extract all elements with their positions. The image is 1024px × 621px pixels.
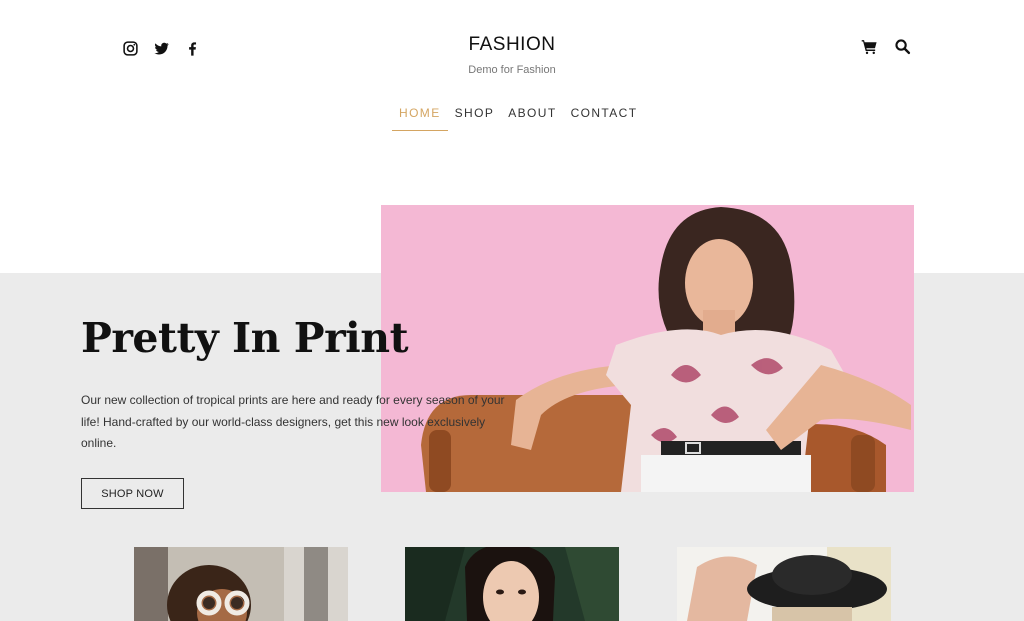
nav-shop[interactable]: SHOP	[448, 106, 502, 131]
nav-about[interactable]: ABOUT	[501, 106, 563, 131]
nav-home[interactable]: HOME	[392, 106, 448, 131]
site-header: FASHION Demo for Fashion HOME SHOP ABOUT…	[0, 0, 1024, 140]
main-nav: HOME SHOP ABOUT CONTACT	[392, 106, 644, 131]
product-thumbnail[interactable]	[134, 547, 348, 621]
shop-now-button[interactable]: SHOP NOW	[81, 478, 184, 509]
hero-description: Our new collection of tropical prints ar…	[81, 393, 505, 450]
search-icon[interactable]	[894, 38, 911, 55]
hero-title: Pretty In Print	[81, 314, 409, 362]
header-tools	[861, 38, 911, 55]
product-thumbnail[interactable]	[677, 547, 891, 621]
product-thumbnail[interactable]	[405, 547, 619, 621]
nav-contact[interactable]: CONTACT	[564, 106, 645, 131]
cart-icon[interactable]	[861, 38, 878, 55]
site-tagline: Demo for Fashion	[468, 64, 556, 76]
